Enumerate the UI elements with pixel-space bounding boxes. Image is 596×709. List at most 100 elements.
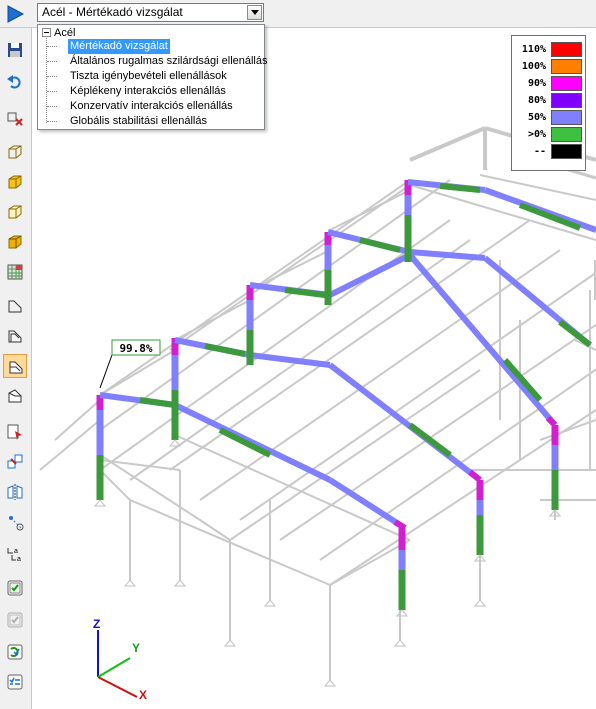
profile-outline-icon [8, 330, 22, 343]
legend-row: 90% [512, 76, 585, 92]
y-axis-label: Y [132, 641, 140, 655]
mesh-button[interactable] [3, 260, 27, 284]
dropdown-option[interactable]: Globális stabilitási ellenállás [68, 114, 209, 129]
mirror-icon [7, 484, 23, 500]
cursor-select-button[interactable] [3, 420, 27, 444]
profile-button[interactable] [3, 294, 27, 318]
check-refresh-icon [7, 644, 23, 660]
node-button[interactable] [3, 510, 27, 534]
ghost-member [539, 419, 596, 441]
undo-icon [7, 75, 21, 89]
hidden-line-button[interactable] [3, 200, 27, 224]
label-icon: aa [7, 548, 21, 563]
dropdown-option[interactable]: Képlékeny interakciós ellenállás [68, 84, 228, 99]
check-refresh-button[interactable] [3, 640, 27, 664]
check-button[interactable] [3, 576, 27, 600]
frame-member [328, 362, 482, 483]
save-button[interactable] [3, 38, 27, 62]
legend-row: 80% [512, 93, 585, 109]
legend-label: 110% [521, 44, 546, 55]
frame-member [139, 397, 176, 408]
dropdown-option[interactable]: Konzervatív interakciós ellenállás [68, 99, 235, 114]
profile-half-button[interactable] [3, 384, 27, 408]
support-symbol [223, 639, 237, 647]
profile-outline-button[interactable] [3, 324, 27, 348]
dropdown-option[interactable]: Tiszta igénybevételi ellenállások [68, 69, 229, 84]
solid-button[interactable] [3, 170, 27, 194]
legend-row: -- [512, 144, 585, 160]
wireframe-button[interactable] [3, 140, 27, 164]
support-symbol [393, 639, 407, 647]
frame-member [218, 427, 272, 458]
legend-label: >0% [527, 129, 546, 140]
check-list-icon [7, 674, 23, 690]
legend-label: 100% [521, 61, 546, 72]
legend-swatch [551, 144, 582, 159]
check-list-button[interactable] [3, 670, 27, 694]
frame-member [545, 415, 558, 428]
frame-member [249, 352, 331, 368]
frame-member [518, 202, 582, 231]
transform-button[interactable] [3, 450, 27, 474]
collapse-icon[interactable] [42, 28, 51, 37]
analysis-dropdown-list[interactable]: Acél Mértékadó vizsgálat Általános rugalm… [37, 24, 268, 130]
svg-text:a: a [17, 556, 21, 563]
analysis-select[interactable]: Acél - Mértékadó vizsgálat [37, 3, 264, 22]
legend-row: >0% [512, 127, 585, 143]
save-icon [8, 43, 22, 57]
support-symbol [473, 599, 487, 607]
legend-row: 110% [512, 42, 585, 58]
ghost-member [174, 434, 411, 541]
ghost-member [329, 539, 411, 586]
ghost-member [99, 459, 181, 471]
support-symbol [263, 599, 277, 607]
render-icon [8, 235, 22, 249]
hidden-line-icon [8, 205, 22, 219]
frame-member [468, 469, 482, 483]
check-disabled-button[interactable] [3, 608, 27, 632]
run-icon[interactable] [5, 4, 25, 24]
render-button[interactable] [3, 230, 27, 254]
analysis-select-value: Acél - Mértékadó vizsgálat [42, 5, 183, 19]
legend-label: 90% [527, 78, 546, 89]
solid-icon [8, 175, 22, 189]
ghost-member [329, 189, 411, 231]
frame-member [359, 237, 401, 253]
legend-swatch [551, 42, 582, 57]
dropdown-arrow-icon[interactable] [247, 5, 262, 20]
ghost-member [99, 179, 451, 431]
section-icon [7, 112, 23, 126]
tree-root-acel[interactable]: Acél [54, 26, 75, 40]
legend-swatch [551, 110, 582, 125]
dropdown-option[interactable]: Általános rugalmas szilárdsági ellenállá… [68, 54, 270, 69]
profile-icon [8, 300, 22, 313]
legend-swatch [551, 93, 582, 108]
mirror-button[interactable] [3, 480, 27, 504]
mesh-icon [7, 264, 23, 280]
frame-member [328, 252, 412, 298]
ghost-member [54, 399, 101, 441]
x-axis-label: X [139, 688, 147, 702]
svg-text:a: a [14, 548, 18, 555]
z-axis-label: Z [93, 617, 100, 631]
undo-button[interactable] [3, 70, 27, 94]
legend-swatch [551, 76, 582, 91]
ghost-member [99, 469, 131, 501]
frame-member [393, 519, 407, 531]
cursor-select-icon [7, 424, 22, 440]
dropdown-option[interactable]: Mértékadó vizsgálat [68, 39, 170, 54]
legend-swatch [551, 59, 582, 74]
transform-icon [7, 454, 23, 469]
label-leader [99, 354, 113, 389]
left-toolbar: aa [0, 28, 32, 709]
support-symbol [93, 499, 107, 507]
max-utilization-label: 99.8% [119, 342, 152, 355]
ghost-member [169, 184, 411, 351]
node-icon [9, 516, 24, 531]
ghost-member [409, 126, 486, 162]
label-button[interactable]: aa [3, 542, 27, 566]
profile-solid-button[interactable] [3, 354, 27, 378]
frame-member [558, 319, 592, 348]
section-button[interactable] [3, 108, 27, 132]
x-axis [97, 676, 138, 698]
